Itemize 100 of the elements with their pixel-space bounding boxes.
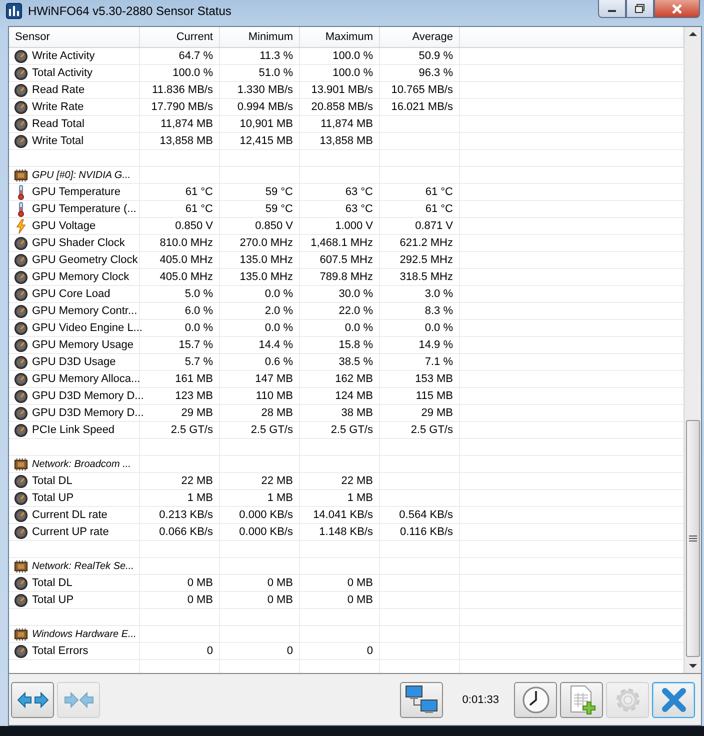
sensor-name: Current UP rate — [32, 526, 109, 538]
table-cell: 2.5 GT/s — [250, 424, 293, 436]
table-cell: 405.0 MHz — [160, 254, 213, 266]
minimize-button[interactable] — [598, 0, 626, 18]
table-cell: 0.0 % — [424, 322, 453, 334]
table-cell: 14.041 KB/s — [313, 509, 373, 521]
table-cell: 28 MB — [261, 407, 293, 419]
table-cell: 61 °C — [425, 186, 453, 198]
table-cell: 13,858 MB — [320, 135, 373, 147]
clock-button[interactable] — [514, 682, 557, 718]
gauge-icon — [14, 66, 28, 80]
sensor-name: GPU D3D Memory D... — [32, 390, 144, 402]
table-cell: 270.0 MHz — [240, 237, 293, 249]
table-cell: 10,901 MB — [240, 118, 293, 130]
table-cell: 100.0 % — [332, 50, 373, 62]
scrollbar[interactable] — [684, 27, 701, 673]
table-cell: 22 MB — [261, 475, 293, 487]
table-cell: 3.0 % — [424, 288, 453, 300]
table-cell: 292.5 MHz — [400, 254, 453, 266]
table-cell: 29 MB — [181, 407, 213, 419]
table-cell: 0.0 % — [184, 322, 213, 334]
table-cell: 61 °C — [185, 186, 213, 198]
table-cell: 7.1 % — [424, 356, 453, 368]
table-cell: 8.3 % — [424, 305, 453, 317]
sensor-name: Total UP — [32, 492, 74, 504]
table-cell: 0.000 KB/s — [239, 526, 293, 538]
table-cell: 110 MB — [256, 390, 293, 402]
table-cell: 0 — [286, 645, 293, 657]
gauge-icon — [14, 492, 28, 504]
table-cell: 135.0 MHz — [240, 254, 293, 266]
table-cell: 0 MB — [347, 577, 373, 589]
gauge-icon — [14, 322, 28, 334]
gauge-icon — [14, 338, 28, 352]
column-header[interactable]: Current — [140, 27, 220, 47]
column-header[interactable]: Average — [380, 27, 460, 47]
gauge-icon — [14, 84, 28, 96]
table-cell: 2.5 GT/s — [170, 424, 213, 436]
table-cell: 810.0 MHz — [160, 237, 213, 249]
sensor-group-name: GPU [#0]: NVIDIA G... — [32, 170, 131, 180]
table-cell: 5.0 % — [184, 288, 213, 300]
sensor-name: GPU Temperature — [32, 186, 120, 198]
table-cell: 1.148 KB/s — [319, 526, 373, 538]
settings-icon — [614, 686, 642, 714]
column-header[interactable]: Sensor — [9, 27, 140, 47]
table-cell: 11.836 MB/s — [152, 84, 213, 96]
sensor-name: GPU Core Load — [32, 288, 110, 300]
gauge-icon — [14, 424, 28, 436]
table-cell: 2.5 GT/s — [330, 424, 373, 436]
lightning-icon — [14, 218, 28, 234]
network-button[interactable] — [400, 682, 444, 718]
table-cell: 50.9 % — [418, 50, 453, 62]
sensor-name: GPU Geometry Clock — [32, 254, 138, 266]
column-header[interactable]: Maximum — [300, 27, 380, 47]
table-cell: 22.0 % — [338, 305, 373, 317]
sensor-name: Read Total — [32, 118, 84, 130]
table-cell: 17.790 MB/s — [151, 101, 213, 113]
sensor-name: Total Activity — [32, 67, 93, 79]
sensor-group-name: Windows Hardware E... — [32, 628, 136, 640]
expand-arrows-icon — [16, 690, 48, 708]
scroll-thumb[interactable] — [686, 420, 700, 657]
table-cell: 64.7 % — [178, 50, 213, 62]
table-cell: 162 MB — [335, 373, 373, 385]
table-cell: 63 °C — [345, 203, 373, 215]
sensor-name: GPU Memory Clock — [32, 271, 130, 283]
table-cell: 61 °C — [185, 203, 213, 215]
close-button[interactable] — [652, 682, 695, 718]
table-cell: 607.5 MHz — [320, 254, 373, 266]
table-cell: 6.0 % — [184, 305, 213, 317]
close-icon — [660, 686, 686, 712]
table-cell: 0 — [206, 645, 213, 657]
table-cell: 0.0 % — [264, 322, 293, 334]
column-header[interactable]: Minimum — [220, 27, 300, 47]
table-cell: 124 MB — [335, 390, 373, 402]
table-cell: 22 MB — [181, 475, 213, 487]
table-cell: 621.2 MHz — [400, 237, 453, 249]
collapse-arrows-icon — [62, 690, 94, 708]
table-cell: 10.765 MB/s — [391, 84, 453, 96]
table-cell: 0.850 V — [255, 220, 293, 232]
sensor-name: Total UP — [32, 594, 74, 606]
report-button[interactable] — [560, 682, 603, 718]
table-cell: 0 — [366, 645, 373, 657]
sensor-name: Total DL — [32, 475, 72, 487]
sensor-name: GPU Voltage — [32, 220, 96, 232]
table-cell: 0 MB — [267, 577, 293, 589]
gauge-icon — [14, 508, 28, 522]
table-cell: 0.000 KB/s — [239, 509, 293, 521]
table-cell: 61 °C — [425, 203, 453, 215]
table-cell: 11,874 MB — [160, 118, 213, 130]
table-cell: 0.066 KB/s — [159, 526, 213, 538]
table-cell: 59 °C — [265, 186, 293, 198]
close-button[interactable] — [654, 0, 700, 18]
table-cell: 1 MB — [267, 492, 293, 504]
chip-icon — [14, 628, 28, 640]
expand-button[interactable] — [11, 682, 54, 718]
table-cell: 115 MB — [416, 390, 453, 402]
table-cell: 0 MB — [187, 577, 213, 589]
sensor-name: Total Errors — [32, 645, 88, 657]
gauge-icon — [14, 474, 28, 488]
chip-icon — [14, 560, 28, 572]
maximize-button[interactable] — [626, 0, 654, 18]
